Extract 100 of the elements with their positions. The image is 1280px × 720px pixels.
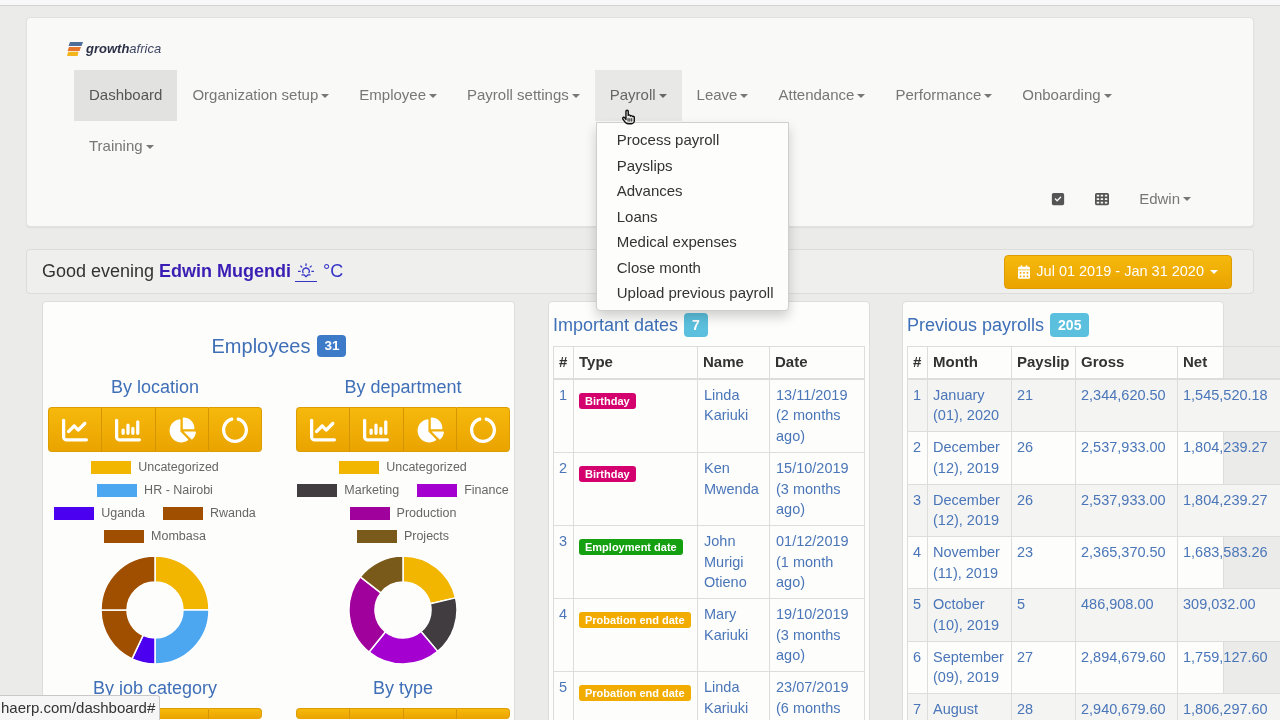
table-cell: 27 <box>1011 641 1076 694</box>
table-cell: November (11), 2019 <box>927 536 1012 589</box>
column-header: Type <box>573 346 698 379</box>
chart-type-button[interactable] <box>207 407 262 452</box>
legend-label: Production <box>396 505 457 523</box>
nav-tab[interactable]: Attendance <box>763 70 881 121</box>
hand-cursor-icon <box>622 109 635 125</box>
panel-title: Previous payrolls <box>907 313 1045 337</box>
chart-type-button[interactable] <box>402 708 456 719</box>
table-cell: 2,537,933.00 <box>1075 484 1178 537</box>
grid-icon[interactable] <box>1095 192 1110 206</box>
user-name: Edwin Mugendi <box>159 260 292 283</box>
greeting-text: Good evening <box>42 260 155 283</box>
nav-tab[interactable]: Performance <box>880 70 1008 121</box>
chart-type-button[interactable] <box>296 708 350 719</box>
panel-title: Important dates <box>553 313 679 337</box>
chart-type-button[interactable] <box>455 708 510 719</box>
caret-icon <box>1183 197 1191 201</box>
pie-chart-icon <box>415 416 444 443</box>
ring-icon <box>220 416 249 443</box>
chart-type-button[interactable] <box>296 407 350 452</box>
type-badge: Probation end date <box>579 612 691 629</box>
nav-tab[interactable]: Organization setup <box>177 70 345 121</box>
table-cell: Linda Kariuki <box>697 378 770 453</box>
table-cell: 2,365,370.50 <box>1075 536 1178 589</box>
table-cell: 2 <box>553 452 574 526</box>
legend-label: Uncategorized <box>386 459 467 477</box>
logo-text: growthafrica <box>86 40 162 59</box>
table-cell: 2,894,679.60 <box>1075 641 1178 694</box>
ring-icon <box>468 416 497 443</box>
table-cell: Mary Kariuki <box>697 598 770 672</box>
nav-tab[interactable]: Payroll <box>594 70 682 121</box>
chart-type-button[interactable] <box>48 407 102 452</box>
legend-label: Finance <box>464 482 509 500</box>
chart-type-button[interactable] <box>207 708 262 719</box>
nav-tab[interactable]: Employee <box>344 70 452 121</box>
type-badge: Birthday <box>579 392 636 409</box>
table-cell: 2,537,933.00 <box>1075 431 1178 484</box>
user-menu[interactable]: Edwin <box>1124 187 1206 211</box>
url-tooltip: haerp.com/dashboard# <box>0 695 161 720</box>
chart-type-button[interactable] <box>402 407 456 452</box>
checked-box-icon[interactable] <box>1051 192 1066 206</box>
nav-tab[interactable]: Payroll settings <box>452 70 595 121</box>
menu-item[interactable]: Medical expenses <box>596 229 788 255</box>
menu-item[interactable]: Close month <box>596 254 788 280</box>
table-cell: 5 <box>1011 588 1076 642</box>
table-cell: 26 <box>1011 484 1076 537</box>
pie-chart-icon <box>167 416 196 443</box>
chart-type-button[interactable] <box>154 407 208 452</box>
menu-item[interactable]: Payslips <box>596 152 788 178</box>
table-cell: January (01), 2020 <box>927 378 1012 432</box>
table-cell: September (09), 2019 <box>927 641 1012 694</box>
legend-label: Uganda <box>101 505 145 523</box>
table-cell: 4 <box>553 598 574 672</box>
table-cell: 23 <box>1011 536 1076 589</box>
column-header: Payslip <box>1011 346 1076 379</box>
bar-chart-icon <box>362 416 391 443</box>
chart-type-button[interactable] <box>349 708 403 719</box>
nav-tab[interactable]: Training <box>74 121 169 172</box>
column-header: Gross <box>1075 346 1178 379</box>
table-cell: 01/12/2019 (1 month ago) <box>769 525 865 599</box>
table-cell: 486,908.00 <box>1075 588 1178 642</box>
table-cell: 19/10/2019 (3 months ago) <box>769 598 865 672</box>
chart-type-button[interactable] <box>349 407 403 452</box>
count-badge: 31 <box>317 335 347 357</box>
chart-type-button[interactable] <box>455 407 510 452</box>
menu-item[interactable]: Process payroll <box>596 127 788 153</box>
table-cell: December (12), 2019 <box>927 484 1012 537</box>
nav-tab[interactable]: Dashboard <box>74 70 178 121</box>
table-cell: 5 <box>553 671 574 720</box>
line-chart-icon <box>61 416 90 443</box>
caret-icon <box>1210 269 1218 274</box>
column-header: # <box>907 346 928 379</box>
table-cell: 26 <box>1011 431 1076 484</box>
chart-title: By type <box>373 677 433 700</box>
table-cell: 2,344,620.50 <box>1075 378 1178 432</box>
sunset-icon[interactable] <box>295 261 318 282</box>
line-chart-icon <box>309 416 338 443</box>
legend-label: Projects <box>403 528 450 546</box>
menu-item[interactable]: Advances <box>596 178 788 204</box>
table-cell: 1 <box>553 378 574 453</box>
menu-item[interactable]: Loans <box>596 203 788 229</box>
chart-title: By location <box>110 376 200 399</box>
menu-item[interactable]: Upload previous payroll <box>596 280 788 306</box>
table-cell: October (10), 2019 <box>927 588 1012 642</box>
column-header: Date <box>769 346 865 379</box>
column-header: # <box>553 346 574 379</box>
legend-label: HR - Nairobi <box>144 482 213 500</box>
nav-tab[interactable]: Onboarding <box>1007 70 1127 121</box>
table-cell: Ken Mwenda <box>697 452 770 526</box>
chart-type-button[interactable] <box>101 407 155 452</box>
table-cell: 15/10/2019 (3 months ago) <box>769 452 865 526</box>
bar-chart-icon <box>114 416 143 443</box>
table-cell: John Murigi Otieno <box>697 525 770 599</box>
table-cell: December (12), 2019 <box>927 431 1012 484</box>
table-cell: 3 <box>553 525 574 599</box>
type-badge: Probation end date <box>579 685 691 702</box>
nav-tab[interactable]: Leave <box>681 70 764 121</box>
legend-label: Mombasa <box>151 528 206 546</box>
type-badge: Birthday <box>579 465 636 482</box>
